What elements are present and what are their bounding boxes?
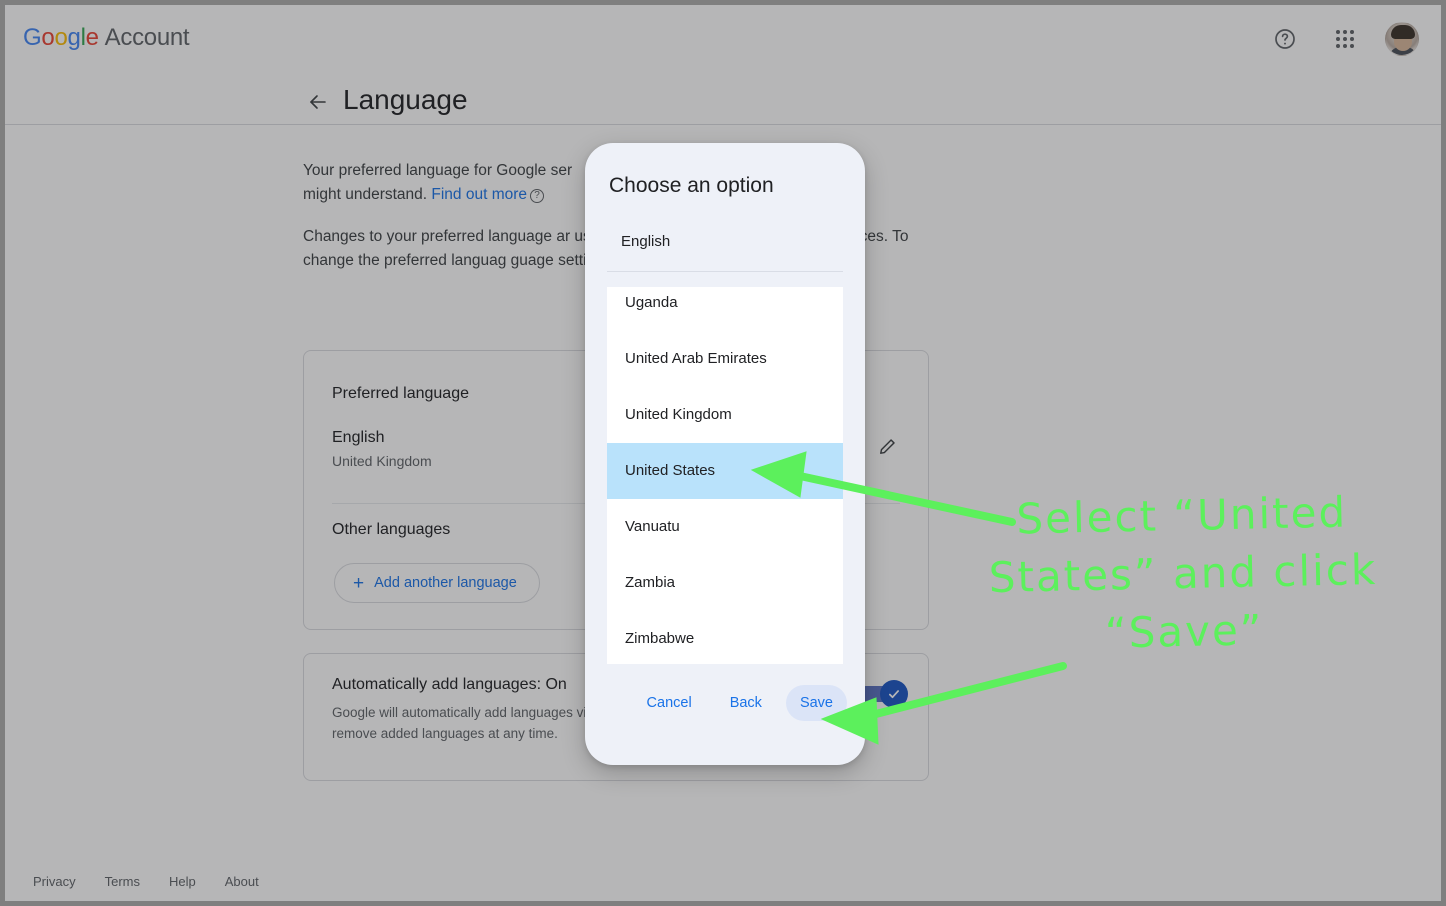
dialog-title: Choose an option (609, 174, 774, 197)
intro-p1-text-a: Your preferred language for Google ser (303, 162, 573, 179)
footer-links: Privacy Terms Help About (33, 874, 259, 889)
choose-an-option-dialog: Choose an option English Uganda United A… (585, 143, 865, 765)
country-option-list[interactable]: Uganda United Arab Emirates United Kingd… (607, 287, 843, 664)
add-another-language-button[interactable]: + Add another language (334, 563, 540, 603)
toggle-knob (880, 680, 908, 708)
help-badge-icon: ? (530, 189, 545, 203)
list-item-uganda[interactable]: Uganda (607, 287, 843, 331)
footer-link-help[interactable]: Help (169, 874, 196, 889)
save-button[interactable]: Save (785, 685, 847, 721)
list-item-vanuatu[interactable]: Vanuatu (607, 499, 843, 555)
footer-link-about[interactable]: About (225, 874, 259, 889)
country-list-scroll-inner: Uganda United Arab Emirates United Kingd… (607, 287, 843, 664)
list-item-united-states[interactable]: United States (607, 443, 843, 499)
list-item-zimbabwe[interactable]: Zimbabwe (607, 611, 843, 664)
dialog-separator (607, 271, 843, 272)
list-item-zambia[interactable]: Zambia (607, 555, 843, 611)
auto-add-title: Automatically add languages: On (332, 676, 567, 693)
user-avatar[interactable] (1385, 22, 1419, 56)
list-item-united-arab-emirates[interactable]: United Arab Emirates (607, 331, 843, 387)
browser-window: Google Account Language Your preferred l… (5, 5, 1441, 901)
google-account-logo[interactable]: Google Account (23, 24, 190, 52)
page-title-row: Language (5, 75, 1441, 125)
preferred-language-heading: Preferred language (332, 385, 469, 402)
back-arrow-icon[interactable] (303, 87, 333, 117)
intro-p1-text-b: might understand. (303, 186, 432, 203)
find-out-more-link[interactable]: Find out more (431, 186, 527, 203)
app-header: Google Account (5, 5, 1441, 75)
back-button[interactable]: Back (716, 685, 776, 721)
plus-icon: + (353, 572, 365, 594)
apps-grid-icon[interactable] (1325, 19, 1365, 59)
pencil-edit-icon[interactable] (870, 429, 904, 463)
dialog-action-bar: Cancel Back Save (585, 669, 865, 765)
list-item-united-kingdom[interactable]: United Kingdom (607, 387, 843, 443)
page-title: Language (343, 84, 468, 115)
header-actions (1265, 19, 1419, 59)
add-another-language-label: Add another language (374, 575, 517, 591)
footer-link-privacy[interactable]: Privacy (33, 874, 76, 889)
other-languages-heading: Other languages (332, 521, 451, 538)
preferred-language-region: United Kingdom (332, 453, 432, 469)
check-icon (889, 690, 899, 699)
cancel-button[interactable]: Cancel (633, 685, 706, 721)
help-circle-icon[interactable] (1265, 19, 1305, 59)
preferred-language-value: English (332, 429, 385, 446)
brand-word: Account (104, 24, 190, 51)
dialog-language-label: English (621, 233, 671, 250)
avatar-hair (1391, 25, 1415, 39)
footer-link-terms[interactable]: Terms (105, 874, 140, 889)
